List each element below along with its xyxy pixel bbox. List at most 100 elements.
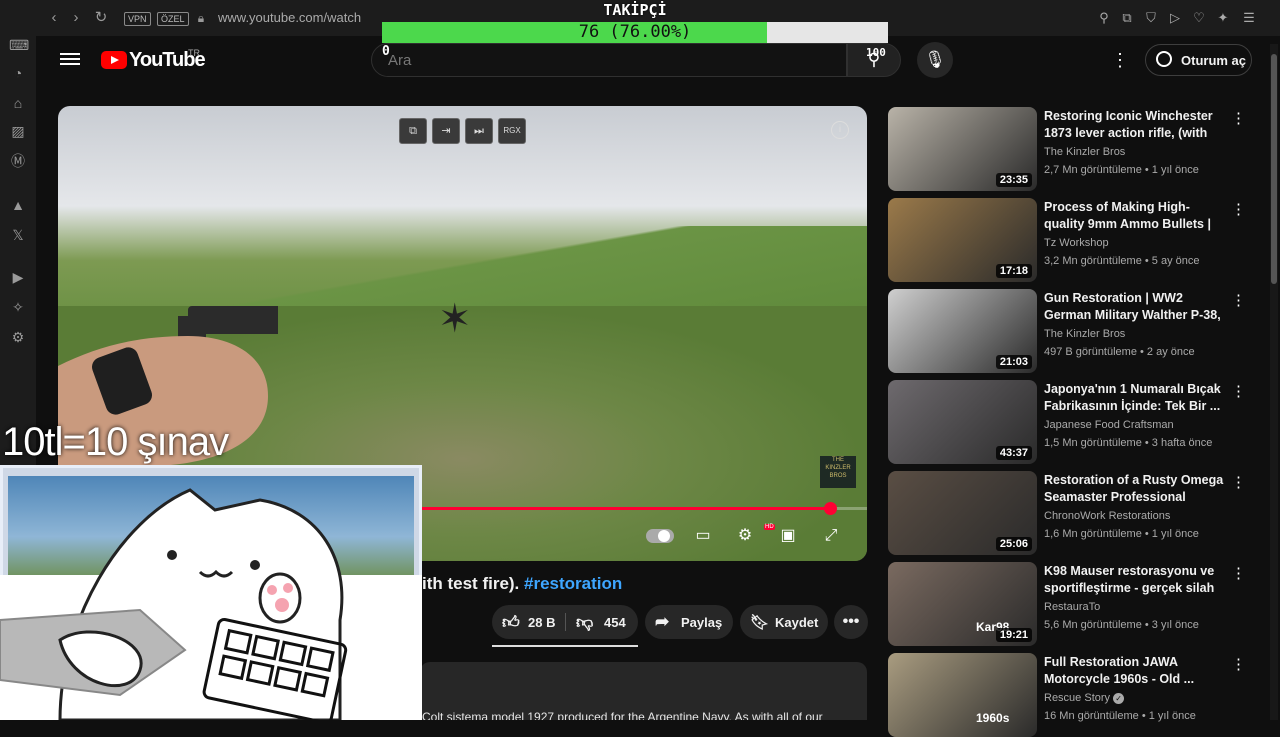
extensions-icon[interactable]: ✦ [1214,9,1232,27]
channel-name[interactable]: Tz Workshop [1044,237,1109,249]
autoplay-toggle[interactable] [646,529,674,543]
recommendation-thumbnail[interactable]: Kar98 19:21 [888,562,1037,646]
extensions-side-icon[interactable]: ✧ [9,298,27,316]
thumbs-up-icon: 👍︎ [502,613,520,632]
recommendation-item[interactable]: 43:37 Japonya'nın 1 Numaralı Bıçak Fabrik… [888,380,1268,464]
recommendation-thumbnail[interactable]: 1960s [888,653,1037,737]
recommendation-title[interactable]: Restoration of a Rusty Omega Seamaster P… [1044,472,1226,508]
recommendation-title[interactable]: Process of Making High-quality 9mm Ammo … [1044,199,1226,235]
recommendation-title[interactable]: Gun Restoration | WW2 German Military Wa… [1044,290,1226,326]
video-duration: 19:21 [995,628,1032,642]
recommendation-more-icon[interactable]: ⋮ [1231,564,1246,584]
follower-goal-title: TAKİPÇİ [603,1,667,19]
m-icon[interactable]: Ⓜ [9,152,27,170]
vpn-badge[interactable]: VPN [124,12,151,26]
recommendation-more-icon[interactable]: ⋮ [1231,382,1246,402]
search-input[interactable] [386,51,830,70]
send-icon[interactable]: ▷ [1166,9,1184,27]
recommendation-channel[interactable]: The Kinzler Bros [1044,328,1125,340]
scroll-thumb[interactable] [1271,54,1277,284]
channel-name[interactable]: RestauraTo [1044,601,1100,613]
settings-gear-icon[interactable]: ⚙ [732,524,758,548]
share-button[interactable]: ➦ Paylaş [645,605,733,639]
channel-name[interactable]: Rescue Story [1044,692,1110,704]
recommendation-more-icon[interactable]: ⋮ [1231,473,1246,493]
channel-watermark[interactable]: THE KINZLER BROS [820,456,856,488]
recommendation-channel[interactable]: RestauraTo [1044,601,1100,613]
aria-icon[interactable]: ▲ [9,196,27,214]
controller-icon[interactable]: ⌨ [9,36,29,54]
channel-name[interactable]: Japanese Food Craftsman [1044,419,1174,431]
recommendation-more-icon[interactable]: ⋮ [1231,109,1246,129]
save-label: Kaydet [775,615,819,630]
page-scrollbar[interactable] [1270,44,1278,720]
settings-icon[interactable]: ⚙ [9,328,27,346]
description-box[interactable]: Colt sistema model 1927 produced for the… [420,662,867,720]
recommendation-more-icon[interactable]: ⋮ [1231,291,1246,311]
recommendation-title[interactable]: Restoring Iconic Winchester 1873 lever a… [1044,108,1226,144]
channel-name[interactable]: ChronoWork Restorations [1044,510,1170,522]
address-bar[interactable]: www.youtube.com/watch [218,10,361,25]
back-icon[interactable]: ‹ [45,9,63,27]
theater-mode-icon[interactable]: ▣ [775,524,801,548]
more-actions-button[interactable]: ••• [834,605,868,639]
reload-icon[interactable]: ↻ [92,9,110,27]
info-icon[interactable]: i [831,121,849,139]
recommendation-more-icon[interactable]: ⋮ [1231,655,1246,675]
recommendation-thumbnail[interactable]: 17:18 [888,198,1037,282]
recommendation-item[interactable]: 1960s Full Restoration JAWA Motorcycle 19… [888,653,1268,737]
hashtag-link[interactable]: #restoration [524,574,622,593]
voice-search-button[interactable]: 🎙︎ [917,42,953,78]
x-icon[interactable]: 𝕏 [9,226,27,244]
recommendation-title[interactable]: Japonya'nın 1 Numaralı Bıçak Fabrikasını… [1044,381,1226,415]
recommendation-item[interactable]: 21:03 Gun Restoration | WW2 German Milita… [888,289,1268,373]
enter-icon[interactable]: ⇥ [432,118,460,144]
hamburger-menu-icon[interactable] [60,50,80,70]
recommendation-item[interactable]: 17:18 Process of Making High-quality 9mm … [888,198,1268,282]
snapshot-icon[interactable]: ⧉ [1118,9,1136,27]
recommendation-more-icon[interactable]: ⋮ [1231,200,1246,220]
recommendation-thumbnail[interactable]: 23:35 [888,107,1037,191]
rgx-button[interactable]: RGX [498,118,526,144]
speed-icon[interactable]: ◔ [9,64,27,82]
recommendation-thumbnail[interactable]: 25:06 [888,471,1037,555]
recommendation-title[interactable]: K98 Mauser restorasyonu ve sportifleştir… [1044,563,1226,599]
forward-icon[interactable]: › [67,9,85,27]
popout-icon[interactable]: ⧉ [399,118,427,144]
skip-icon[interactable]: ⏭ [465,118,493,144]
video-scrubber[interactable] [823,502,837,515]
recommendation-item[interactable]: 25:06 Restoration of a Rusty Omega Seamas… [888,471,1268,555]
pin-icon[interactable]: ⚲ [1095,9,1113,27]
recommendation-thumbnail[interactable]: 43:37 [888,380,1037,464]
save-button[interactable]: 🔖︎ Kaydet [740,605,828,639]
search-box[interactable] [371,43,847,77]
donation-promo-text: 10tl=10 şınav [2,420,229,464]
recommendation-channel[interactable]: Rescue Story ✓ [1044,692,1125,704]
recommendation-thumbnail[interactable]: 21:03 [888,289,1037,373]
channel-name[interactable]: The Kinzler Bros [1044,328,1125,340]
recommendation-meta: 1,5 Mn görüntüleme • 3 hafta önce [1044,437,1213,449]
youtube-logo-icon[interactable] [101,51,127,69]
channel-name[interactable]: The Kinzler Bros [1044,146,1125,158]
lock-icon[interactable]: 🔒︎ [192,9,210,27]
shield-icon[interactable]: ⛉ [1142,9,1160,27]
player-icon[interactable]: ▶ [9,268,27,286]
recommendation-channel[interactable]: Japanese Food Craftsman [1044,419,1174,431]
menu-icon[interactable]: ☰ [1240,9,1258,27]
more-options-icon[interactable]: ⋮ [1110,48,1130,72]
recommendation-item[interactable]: 23:35 Restoring Iconic Winchester 1873 le… [888,107,1268,191]
shopping-icon[interactable]: ⌂ [9,94,27,112]
wallpaper-icon[interactable]: ▨ [9,122,27,140]
recommendation-item[interactable]: Kar98 19:21 K98 Mauser restorasyonu ve spo… [888,562,1268,646]
recommendation-channel[interactable]: The Kinzler Bros [1044,146,1125,158]
recommendation-channel[interactable]: Tz Workshop [1044,237,1109,249]
thumbnail-text: 1960s [976,711,1010,725]
subtitles-icon[interactable]: ▭ [690,524,716,548]
recommendation-title[interactable]: Full Restoration JAWA Motorcycle 1960s -… [1044,654,1226,688]
dislike-button[interactable]: 👎︎ 454 [566,605,638,639]
recommendation-channel[interactable]: ChronoWork Restorations [1044,510,1170,522]
like-button[interactable]: 👍︎ 28 B [492,605,565,639]
fullscreen-icon[interactable]: ⤢ [818,524,844,548]
heart-icon[interactable]: ♡ [1190,9,1208,27]
signin-button[interactable]: Oturum aç [1145,44,1252,76]
